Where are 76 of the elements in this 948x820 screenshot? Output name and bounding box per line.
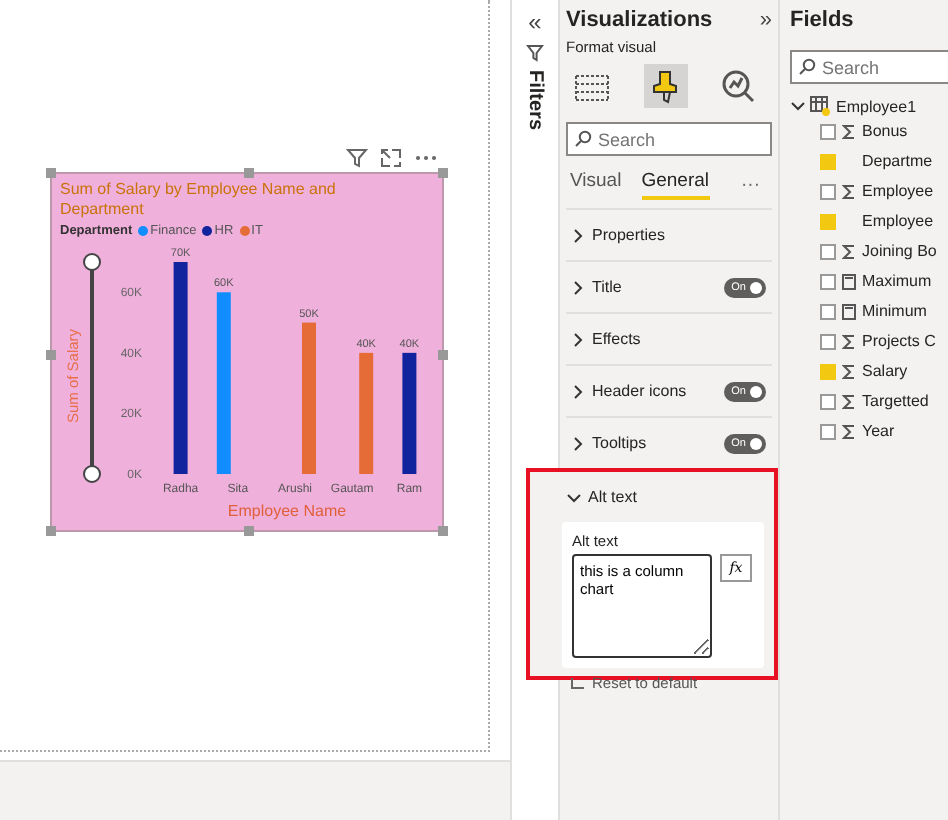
focus-mode-icon[interactable] (380, 148, 402, 168)
resize-handle[interactable] (46, 350, 56, 360)
filter-icon (526, 44, 544, 62)
chart-title: Sum of Salary by Employee Name and Department (60, 180, 338, 220)
search-icon (574, 130, 592, 148)
checkbox[interactable] (820, 123, 836, 139)
checkbox[interactable] (820, 183, 836, 199)
section-title[interactable]: Properties (592, 226, 772, 244)
chevron-down-icon[interactable] (790, 98, 806, 114)
field-name[interactable]: Employee (862, 212, 934, 230)
checkbox[interactable] (820, 333, 836, 349)
table-icon (810, 96, 832, 116)
checkbox[interactable] (820, 153, 836, 169)
checkbox[interactable] (820, 423, 836, 439)
calculator-icon (842, 303, 856, 319)
section-title[interactable]: Title (592, 278, 718, 296)
resize-handle[interactable] (244, 168, 254, 178)
x-axis-title: Employee Name (225, 502, 349, 520)
field-name[interactable]: Year (862, 422, 895, 440)
field-name[interactable]: Employee (862, 182, 934, 200)
calculator-icon (842, 273, 856, 289)
section-title[interactable]: Header icons (592, 382, 718, 400)
resize-handle[interactable] (46, 168, 56, 178)
chevron-right-icon[interactable] (570, 435, 586, 451)
panel-title: Fields (790, 8, 856, 32)
collapse-button[interactable]: « (528, 8, 542, 36)
tab[interactable]: General (641, 170, 710, 200)
panel-title: Visualizations (566, 8, 713, 32)
bar[interactable] (216, 292, 231, 474)
expand-button[interactable]: » (759, 8, 772, 32)
resize-handle[interactable] (46, 526, 56, 536)
checkbox[interactable] (820, 303, 836, 319)
section-title[interactable]: Effects (592, 330, 772, 348)
bar[interactable] (402, 352, 417, 474)
field-name[interactable]: Maximum (862, 272, 932, 290)
bar[interactable] (359, 352, 374, 474)
search-icon (798, 58, 816, 76)
sigma-icon (842, 123, 856, 139)
table-name[interactable]: Employee1 (836, 97, 917, 115)
reset-icon (570, 676, 586, 690)
section-title[interactable]: Tooltips (592, 434, 718, 452)
checkbox[interactable] (820, 243, 836, 259)
chevron-right-icon[interactable] (570, 383, 586, 399)
filters-title[interactable]: Filters (524, 70, 546, 131)
field-name[interactable]: Projects C (862, 332, 936, 350)
chevron-right-icon[interactable] (570, 279, 586, 295)
chevron-right-icon[interactable] (570, 227, 586, 243)
filter-icon[interactable] (346, 148, 368, 168)
checkbox[interactable] (820, 363, 836, 379)
analytics-icon (720, 68, 756, 104)
field-name[interactable]: Salary (862, 362, 908, 380)
resize-handle[interactable] (438, 168, 448, 178)
search-field[interactable]: Search (790, 50, 948, 84)
range-slider[interactable] (83, 253, 101, 483)
table-icon (574, 70, 610, 102)
mode-tab[interactable] (643, 64, 687, 108)
chevron-down-icon[interactable] (566, 489, 582, 505)
sigma-icon (842, 183, 856, 199)
section-title[interactable]: Alt text (588, 488, 770, 506)
field-name[interactable]: Minimum (862, 302, 927, 320)
resize-handle[interactable] (438, 350, 448, 360)
chevron-right-icon[interactable] (570, 331, 586, 347)
more-options-button[interactable]: ··· (741, 174, 760, 196)
resize-handle[interactable] (244, 526, 254, 536)
checkbox[interactable] (820, 393, 836, 409)
field-name[interactable]: Departme (862, 152, 933, 170)
field-name[interactable]: Targetted (862, 392, 929, 410)
tab[interactable]: Visual (570, 170, 622, 200)
sigma-icon (842, 243, 856, 259)
field-name[interactable]: Joining Bo (862, 242, 937, 260)
bar[interactable] (173, 262, 188, 474)
field-name[interactable]: Bonus (862, 122, 908, 140)
search-field[interactable]: Search (566, 122, 772, 156)
checkbox[interactable] (820, 273, 836, 289)
resize-handle[interactable] (438, 526, 448, 536)
checkbox[interactable] (820, 213, 836, 229)
